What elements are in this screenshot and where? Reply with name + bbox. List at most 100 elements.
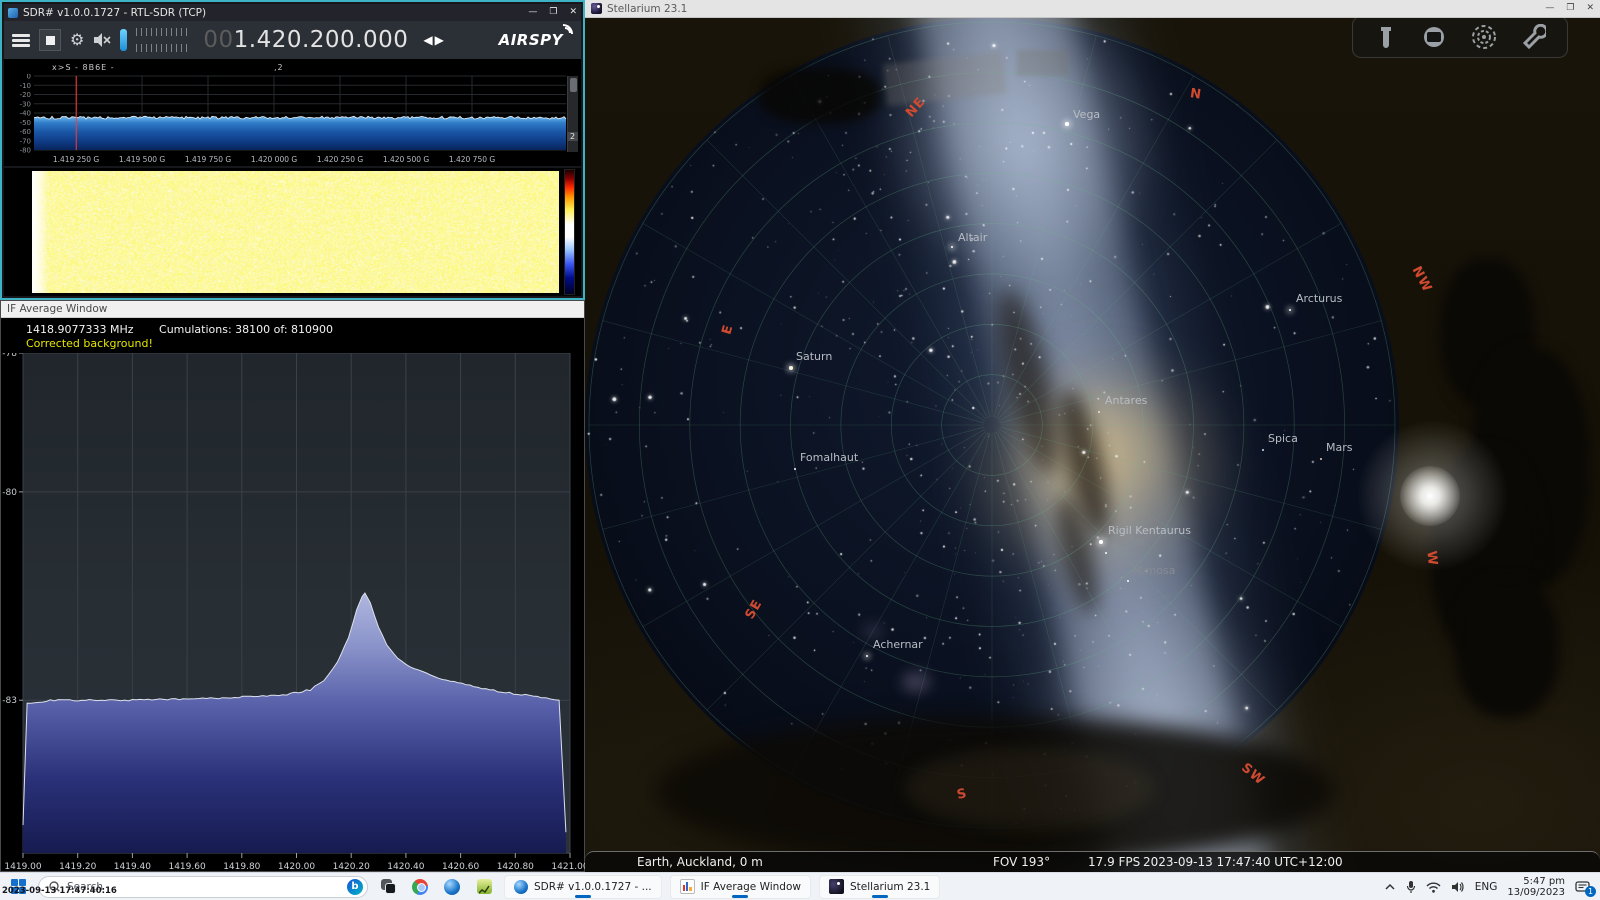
maximize-button[interactable]: ❐: [549, 8, 557, 17]
mute-icon[interactable]: [93, 32, 111, 48]
menu-icon[interactable]: [12, 34, 30, 47]
taskbar-clock[interactable]: 5:47 pm 13/09/2023: [1507, 876, 1565, 898]
minimize-button[interactable]: —: [528, 8, 537, 17]
horizon-roof: [1017, 50, 1069, 76]
tray-time: 5:47 pm: [1523, 876, 1565, 887]
fisheye-sky-view[interactable]: [585, 18, 1399, 832]
stellarium-title: Stellarium 23.1: [607, 3, 687, 15]
task-view-button[interactable]: [376, 875, 400, 899]
if-status-line: 1418.9077333 MHz Cumulations: 38100 of: …: [26, 323, 333, 336]
magellanic-cloud: [902, 672, 930, 692]
if-x-tick: 1420.00: [278, 862, 315, 872]
stellarium-sky-canvas[interactable]: VegaAltairArcturusSaturnAntaresSpicaMars…: [585, 18, 1600, 872]
maximize-button[interactable]: ❐: [1566, 4, 1574, 13]
gear-icon[interactable]: ⚙: [70, 32, 84, 48]
if-average-plot[interactable]: 1419.001419.201419.401419.601419.801420.…: [1, 353, 586, 873]
if-x-tick: 1420.80: [497, 862, 534, 872]
taskbar-app-sdrsharp[interactable]: SDR# v1.0.0.1727 - ...: [504, 875, 662, 899]
windows-taskbar: Search b SDR# v1.0.0.1727 - ... IF Avera…: [0, 872, 1600, 900]
chrome-icon: [412, 879, 428, 895]
oculars-toolbar: [1352, 18, 1568, 58]
spectrum-x-tick: 1.419 750 G: [185, 155, 232, 164]
wifi-icon[interactable]: [1426, 881, 1441, 893]
zoom-badge: 2: [567, 132, 578, 141]
azimuthal-grid: [585, 18, 1399, 832]
if-frequency-label: 1418.9077333 MHz: [26, 323, 134, 336]
sdrsharp-titlebar[interactable]: SDR# v1.0.0.1727 - RTL-SDR (TCP) — ❐ ✕: [4, 4, 581, 21]
spectrum-y-tick: 0: [27, 74, 31, 81]
telrad-icon[interactable]: [1471, 24, 1497, 50]
rf-spectrum-plot[interactable]: 0-10-20-30-40-50-60-70-801.419 250 G1.41…: [4, 74, 581, 166]
sdrsharp-title: SDR# v1.0.0.1727 - RTL-SDR (TCP): [23, 7, 206, 19]
magellanic-cloud: [863, 624, 882, 638]
if-x-tick: 1421.00: [551, 862, 586, 872]
spectrum-scale-label: x>S - 8B6E -: [52, 63, 115, 72]
spectrum-y-tick: -80: [20, 147, 31, 155]
settings-wrench-icon[interactable]: [1520, 24, 1546, 50]
stellarium-window: Stellarium 23.1 — ❐ ✕: [585, 0, 1600, 872]
stop-icon: [46, 36, 55, 45]
tray-chevron-icon[interactable]: [1384, 883, 1396, 891]
spectrum-zoom-label: ,2: [274, 63, 284, 72]
sdrsharp-window: SDR# v1.0.0.1727 - RTL-SDR (TCP) — ❐ ✕ ⚙…: [0, 0, 585, 300]
location-label[interactable]: Earth, Auckland, 0 m: [637, 855, 763, 869]
speaker-icon[interactable]: [1451, 881, 1465, 893]
sensor-frame-icon[interactable]: [1420, 26, 1448, 48]
chrome-button[interactable]: [408, 875, 432, 899]
ground-patch: [905, 748, 1155, 828]
spectrum-x-tick: 1.420 250 G: [317, 155, 364, 164]
frequency-step-arrows[interactable]: ◀▶: [423, 33, 445, 47]
frequency-display[interactable]: 001.420.200.000: [203, 27, 408, 53]
fps-label: 17.9 FPS: [1088, 855, 1140, 869]
spectrum-y-tick: -40: [20, 110, 31, 118]
spectrum-x-tick: 1.420 750 G: [449, 155, 496, 164]
taskbar-app-if-average[interactable]: IF Average Window: [670, 875, 811, 899]
spectrum-header-strip: x>S - 8B6E - ,2: [4, 59, 581, 74]
spectrum-y-tick: -60: [20, 128, 31, 136]
volume-slider[interactable]: [120, 29, 127, 51]
tree-silhouette: [1455, 578, 1560, 718]
if-x-tick: 1419.00: [4, 862, 41, 872]
if-x-tick: 1419.40: [114, 862, 151, 872]
notification-badge: 1: [1585, 886, 1596, 897]
fov-label[interactable]: FOV 193°: [993, 855, 1050, 869]
sdrsharp-pinned-button[interactable]: [440, 875, 464, 899]
datetime-label[interactable]: 2023-09-13 17:47:40 UTC+12:00: [1143, 855, 1343, 869]
moon: [1400, 466, 1460, 526]
sdrsharp-app-icon: [8, 8, 18, 18]
sdrsharp-ball-icon: [444, 879, 460, 895]
horizon-structure: [760, 68, 880, 123]
sdrsharp-toolbar: ⚙ 001.420.200.000 ◀▶ AIRSPY: [4, 21, 581, 59]
spectrum-y-tick: -70: [20, 137, 31, 145]
waterfall-edge-fade: [32, 171, 48, 293]
if-average-icon: [680, 879, 695, 894]
if-average-title: IF Average Window: [7, 303, 107, 315]
language-indicator[interactable]: ENG: [1475, 881, 1498, 893]
stop-button[interactable]: [39, 29, 61, 51]
notification-center-button[interactable]: 1: [1575, 880, 1590, 894]
if-y-tick: -83: [2, 696, 17, 706]
if-y-tick: -80: [2, 488, 17, 498]
stellarium-titlebar[interactable]: Stellarium 23.1 — ❐ ✕: [585, 0, 1600, 18]
spectrum-tool-button[interactable]: [472, 875, 496, 899]
if-x-tick: 1419.80: [223, 862, 260, 872]
if-x-tick: 1420.60: [442, 862, 479, 872]
close-button[interactable]: ✕: [569, 8, 577, 17]
level-ruler: [136, 28, 188, 52]
waterfall-colorbar: [564, 169, 575, 295]
microphone-icon[interactable]: [1406, 880, 1416, 894]
if-x-tick: 1419.60: [168, 862, 205, 872]
if-y-tick: -78: [2, 353, 17, 359]
close-button[interactable]: ✕: [1586, 4, 1594, 13]
task-view-icon: [381, 879, 396, 894]
tray-date: 13/09/2023: [1507, 887, 1565, 898]
minimize-button[interactable]: —: [1545, 4, 1554, 13]
bing-icon[interactable]: b: [347, 879, 363, 895]
burned-in-timestamp: 2023-09-13 17:47:40:16: [2, 886, 117, 896]
waterfall-display[interactable]: [4, 168, 581, 296]
if-cumulations-label: Cumulations: 38100 of: 810900: [159, 323, 333, 336]
taskbar-app-stellarium[interactable]: Stellarium 23.1: [819, 875, 940, 899]
ocular-icon[interactable]: [1375, 24, 1397, 50]
if-average-titlebar[interactable]: IF Average Window: [1, 301, 584, 318]
airspy-logo: AIRSPY: [499, 31, 573, 49]
